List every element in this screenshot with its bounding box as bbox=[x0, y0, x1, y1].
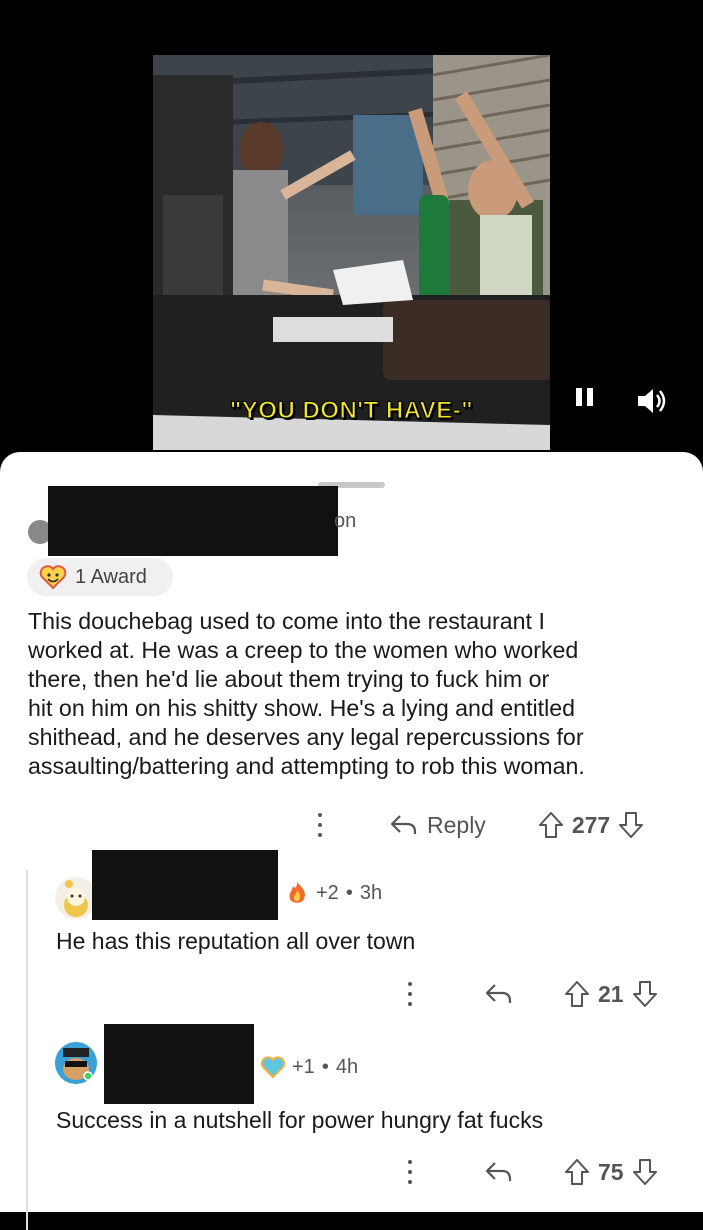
reply-meta: +2 • 3h bbox=[284, 880, 382, 906]
volume-icon bbox=[638, 389, 666, 413]
video-player[interactable]: "YOU DON'T HAVE-" bbox=[0, 0, 703, 452]
redacted-username-block bbox=[104, 1024, 254, 1104]
reply-text: Success in a nutshell for power hungry f… bbox=[56, 1107, 544, 1133]
vote-count: 277 bbox=[571, 811, 611, 838]
comment-line: there, then he'd lie about them trying t… bbox=[28, 666, 550, 692]
meta-separator: • bbox=[321, 1055, 329, 1078]
vote-count: 75 bbox=[598, 1158, 624, 1185]
snoo-avatar-icon bbox=[55, 1042, 97, 1084]
reply-text: He has this reputation all over town bbox=[56, 928, 416, 954]
meta-separator: • bbox=[345, 881, 353, 904]
more-options-icon[interactable] bbox=[314, 810, 326, 840]
reply-meta: +1 • 4h bbox=[260, 1055, 358, 1079]
reply-avatar[interactable] bbox=[55, 877, 97, 919]
upvote-icon[interactable] bbox=[564, 1158, 590, 1186]
thread-line bbox=[26, 870, 28, 1230]
more-options-icon[interactable] bbox=[404, 1157, 416, 1187]
downvote-icon[interactable] bbox=[618, 811, 644, 839]
more-options-icon[interactable] bbox=[404, 979, 416, 1009]
downvote-icon[interactable] bbox=[632, 1158, 658, 1186]
reply-label: Reply bbox=[427, 811, 486, 838]
award-count: +2 bbox=[316, 881, 339, 904]
pause-button[interactable] bbox=[574, 386, 596, 408]
comment-line: worked at. He was a creep to the women w… bbox=[28, 637, 579, 663]
comment-line: shithead, and he deserves any legal repe… bbox=[28, 724, 584, 750]
video-frame[interactable]: "YOU DON'T HAVE-" bbox=[153, 55, 550, 450]
reply-time: 3h bbox=[359, 881, 383, 904]
vote-count: 21 bbox=[598, 980, 624, 1007]
redacted-username-block bbox=[48, 486, 338, 556]
video-caption: "YOU DON'T HAVE-" bbox=[229, 397, 474, 425]
reply-arrow-icon[interactable] bbox=[484, 982, 514, 1006]
reply-avatar[interactable] bbox=[55, 1042, 97, 1084]
video-still-image bbox=[153, 55, 550, 450]
redacted-username-block bbox=[92, 850, 278, 920]
downvote-icon[interactable] bbox=[632, 980, 658, 1008]
reply-arrow-icon[interactable] bbox=[484, 1160, 514, 1184]
reply-arrow-icon bbox=[390, 815, 417, 834]
upvote-icon[interactable] bbox=[538, 811, 564, 839]
comment-line: assaulting/battering and attempting to r… bbox=[28, 753, 585, 779]
comments-sheet: on 1 Award This douchebag used to come i… bbox=[0, 452, 703, 1230]
comment-body: This douchebag used to come into the res… bbox=[28, 607, 678, 781]
award-badge[interactable]: 1 Award bbox=[27, 558, 173, 596]
comment-line: hit on him on his shitty show. He's a ly… bbox=[28, 695, 576, 721]
snoo-avatar-icon bbox=[55, 877, 97, 919]
reply-actions: 75 bbox=[404, 1155, 658, 1189]
comment-line: This douchebag used to come into the res… bbox=[28, 608, 545, 634]
partial-header-text: on bbox=[334, 510, 357, 532]
reply-button[interactable]: Reply bbox=[389, 812, 486, 839]
award-label: 1 Award bbox=[75, 565, 147, 588]
upvote-icon[interactable] bbox=[564, 980, 590, 1008]
wholesome-award-icon bbox=[39, 565, 67, 590]
reply-time: 4h bbox=[335, 1055, 359, 1078]
award-heart-icon bbox=[260, 1056, 286, 1079]
pause-icon bbox=[576, 388, 593, 406]
comment-actions: Reply 277 bbox=[314, 808, 644, 842]
award-count: +1 bbox=[292, 1055, 315, 1078]
award-flame-icon bbox=[289, 882, 305, 903]
volume-button[interactable] bbox=[636, 386, 668, 416]
reply-actions: 21 bbox=[404, 977, 658, 1011]
